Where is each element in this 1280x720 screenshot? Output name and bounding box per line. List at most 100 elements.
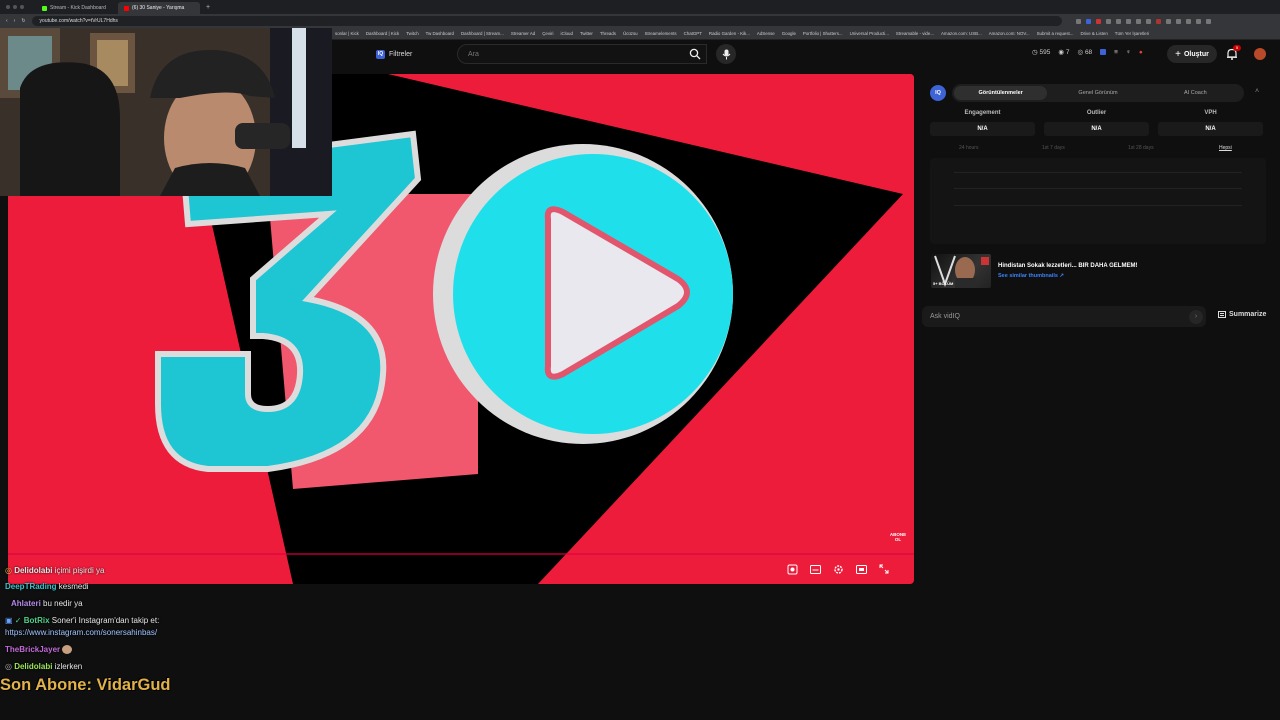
subtitles-button[interactable]	[808, 562, 822, 576]
similar-video-thumbnail[interactable]: 5+ BÖLÜM	[931, 254, 991, 288]
checklist-icon[interactable]: ≡	[1114, 49, 1118, 56]
browser-tab-youtube[interactable]: (6) 30 Saniye - Yarışma	[118, 2, 200, 14]
bookmark-item[interactable]: Streamelements	[645, 31, 677, 36]
bookmark-item[interactable]: Ücüzsu	[623, 31, 638, 36]
see-similar-thumbnails-link[interactable]: See similar thumbnails ↗	[998, 273, 1064, 279]
minimize-window-icon[interactable]	[13, 5, 17, 9]
window-controls[interactable]	[0, 5, 36, 9]
bookmark-item[interactable]: Twitter	[580, 31, 593, 36]
bookmark-item[interactable]: Amazon.com: USB...	[941, 31, 982, 36]
tab-views[interactable]: Görüntülenmeler	[954, 86, 1048, 100]
chat-text: içimi pişirdi ya	[54, 566, 105, 575]
chat-message: DeepTRading kesmedi	[5, 581, 89, 592]
bookmark-item[interactable]: Twitch	[406, 31, 418, 36]
vidiq-filters-button[interactable]: IQ Filtreler	[376, 47, 412, 61]
maximize-window-icon[interactable]	[20, 5, 24, 9]
extension-icon[interactable]	[1165, 18, 1171, 24]
fullscreen-icon	[879, 564, 889, 574]
similar-video-title[interactable]: Hindistan Sokak lezzetleri... BIR DAHA G…	[998, 263, 1137, 269]
chat-message: Ahlateri bu nedir ya	[5, 598, 83, 609]
create-label: Oluştur	[1183, 50, 1209, 58]
bookmark-item[interactable]: Submit a request...	[1037, 31, 1074, 36]
forward-icon[interactable]: ›	[14, 18, 16, 24]
range-7d[interactable]: 1st 7 days	[1042, 145, 1065, 151]
settings-button[interactable]	[831, 562, 845, 576]
voice-search-button[interactable]	[716, 44, 736, 64]
extension-icon[interactable]	[1185, 18, 1191, 24]
extension-icon[interactable]	[1145, 18, 1151, 24]
alert-icon[interactable]: ●	[1139, 49, 1143, 56]
close-window-icon[interactable]	[6, 5, 10, 9]
bookmark-item[interactable]: Drive & Listen	[1080, 31, 1107, 36]
bookmark-item[interactable]: Dashboard | Stream...	[461, 31, 504, 36]
search-button[interactable]	[683, 44, 707, 64]
bookmark-item[interactable]: Dashboard | Kick	[366, 31, 399, 36]
badge-icon: ◎	[5, 566, 15, 575]
range-all[interactable]: Hepsi	[1219, 145, 1232, 151]
extension-icon[interactable]	[1105, 18, 1111, 24]
trophy-icon[interactable]: ♆	[1126, 49, 1131, 56]
search-input[interactable]: Ara	[457, 44, 707, 64]
bookmark-item[interactable]: Streamer Ad	[511, 31, 535, 36]
chat-message: TheBrickJayer	[5, 644, 73, 655]
reload-icon[interactable]: ↻	[21, 18, 25, 24]
summarize-button[interactable]: Summarize	[1218, 311, 1266, 318]
chat-link[interactable]: https://www.instagram.com/sonersahinbas/	[5, 627, 157, 638]
extension-icon[interactable]	[1135, 18, 1141, 24]
chat-text: bu nedir ya	[43, 599, 83, 608]
tab-ai-coach[interactable]: AI Coach	[1149, 86, 1242, 100]
bookmark-item[interactable]: Google	[782, 31, 796, 36]
extension-icon[interactable]	[1195, 18, 1201, 24]
bookmark-item[interactable]: sonlar | Kick	[335, 31, 359, 36]
create-button[interactable]: + Oluştur	[1167, 45, 1217, 63]
new-tab-button[interactable]: +	[206, 4, 210, 11]
chat-username: DeepTRading	[5, 582, 57, 591]
extensions-area	[1075, 18, 1211, 24]
theater-mode-button[interactable]	[854, 562, 868, 576]
subscribe-watermark[interactable]: ABONE OL	[888, 528, 908, 546]
collapse-panel-icon[interactable]: ˄	[1255, 88, 1259, 95]
vidiq-extension-icon[interactable]	[1100, 49, 1107, 55]
extension-icon[interactable]	[1075, 18, 1081, 24]
browser-tab-bar: Stream - Kick Dashboard (6) 30 Saniye - …	[0, 0, 1280, 14]
tab-overview[interactable]: Genel Görünüm	[1051, 86, 1144, 100]
range-28d[interactable]: 1st 28 days	[1128, 145, 1154, 151]
webcam-scene	[0, 28, 332, 196]
similar-video-card[interactable]: 5+ BÖLÜM Hindistan Sokak lezzetleri... B…	[931, 254, 1266, 290]
range-24h[interactable]: 24 hours	[959, 145, 978, 151]
vidiq-player-button[interactable]	[785, 562, 799, 576]
bookmark-item[interactable]: ChatGPT	[684, 31, 702, 36]
bookmark-item[interactable]: AdSense	[757, 31, 775, 36]
ask-vidiq-input[interactable]: Ask vidIQ	[922, 306, 1206, 327]
bookmark-item[interactable]: Çeviri	[542, 31, 553, 36]
ask-submit-button[interactable]: ›	[1189, 310, 1203, 324]
address-bar[interactable]: youtube.com/watch?v=tVrUL7Hdhs	[31, 16, 1062, 26]
bookmark-item[interactable]: Universal Producti...	[850, 31, 889, 36]
extension-icon[interactable]	[1175, 18, 1181, 24]
extension-icon[interactable]	[1085, 18, 1091, 24]
bookmark-item[interactable]: iCloud	[560, 31, 572, 36]
browser-tab-kick[interactable]: Stream - Kick Dashboard	[36, 2, 118, 14]
extension-icon[interactable]	[1205, 18, 1211, 24]
subtitles-icon	[809, 564, 821, 574]
summarize-icon	[1218, 311, 1226, 318]
vidiq-tabs: Görüntülenmeler Genel Görünüm AI Coach	[952, 84, 1244, 102]
bookmark-item[interactable]: Amazon.com: NOV...	[989, 31, 1030, 36]
extension-icon[interactable]	[1125, 18, 1131, 24]
back-icon[interactable]: ‹	[6, 18, 8, 24]
filter-label: Filtreler	[389, 50, 413, 58]
fullscreen-button[interactable]	[877, 562, 891, 576]
bookmark-item[interactable]: Streamable - vide...	[896, 31, 934, 36]
bookmark-item[interactable]: Tüm Yer İşaretleri	[1115, 31, 1149, 36]
chat-message: ▣ ✓ BotRix Soner'i Instagram'dan takip e…	[5, 615, 159, 626]
vidiq-logo-icon: IQ	[376, 49, 385, 59]
bookmark-item[interactable]: Threads	[600, 31, 616, 36]
extension-icon[interactable]	[1155, 18, 1161, 24]
account-avatar[interactable]	[1254, 48, 1266, 60]
url-text: youtube.com/watch?v=tVrUL7Hdhs	[39, 18, 118, 24]
extension-icon[interactable]	[1095, 18, 1101, 24]
bookmark-item[interactable]: Tw Dashboard	[426, 31, 454, 36]
extension-icon[interactable]	[1115, 18, 1121, 24]
bookmark-item[interactable]: Radio Garden - Kik...	[709, 31, 750, 36]
bookmark-item[interactable]: Portfolio | Shutters...	[803, 31, 843, 36]
